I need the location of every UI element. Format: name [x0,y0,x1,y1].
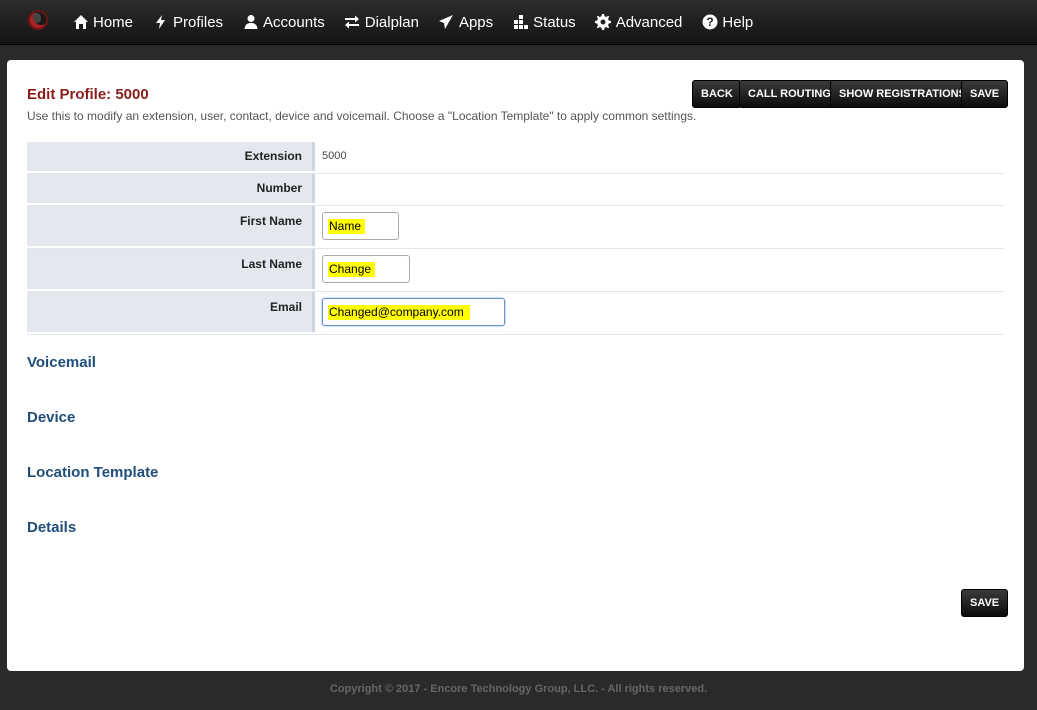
logo-icon[interactable] [28,10,48,30]
back-button[interactable]: BACK [692,80,742,108]
arrows-icon [344,14,361,31]
save-button-bottom[interactable]: SAVE [961,589,1009,617]
gear-icon [595,14,612,31]
top-navbar: Home Profiles Accounts Dialplan Apps Sta… [0,0,1037,45]
section-device[interactable]: Device [27,409,75,426]
nav-home-label: Home [93,13,134,31]
extension-value: 5000 [322,150,347,162]
nav-accounts[interactable]: Accounts [242,14,325,31]
save-button-top[interactable]: SAVE [961,80,1009,108]
nav-advanced-label: Advanced [615,13,683,31]
last-name-input[interactable] [322,255,410,283]
bolt-icon [152,14,169,31]
section-location-template[interactable]: Location Template [27,464,158,481]
number-label: Number [27,174,315,203]
nav-status[interactable]: Status [512,14,576,31]
nav-profiles-label: Profiles [173,13,224,31]
email-row: Email [27,292,1004,335]
nav-dialplan[interactable]: Dialplan [344,14,419,31]
user-icon [242,14,259,31]
footer-copyright: Copyright © 2017 - Encore Technology Gro… [329,683,708,695]
email-cell [315,292,1004,334]
question-icon: ? [701,14,718,31]
nav-help[interactable]: ? Help [701,14,753,31]
nav-profiles[interactable]: Profiles [152,14,223,31]
section-voicemail[interactable]: Voicemail [27,354,96,371]
nav-apps-label: Apps [458,13,494,31]
section-details[interactable]: Details [27,519,76,536]
profile-form: Extension 5000 Number First Name Last Na… [27,142,1004,335]
extension-row: Extension 5000 [27,142,1004,174]
svg-text:?: ? [706,15,713,29]
main-nav: Home Profiles Accounts Dialplan Apps Sta… [72,0,772,44]
last-name-label: Last Name [27,249,315,289]
first-name-label: First Name [27,206,315,246]
page-title: Edit Profile: 5000 [27,86,149,103]
nav-help-label: Help [722,13,754,31]
nav-accounts-label: Accounts [263,13,325,31]
nav-dialplan-label: Dialplan [364,13,419,31]
number-value [315,174,1004,205]
email-input[interactable] [322,298,505,326]
nav-apps[interactable]: Apps [438,14,493,31]
bars-icon [512,14,529,31]
send-icon [438,14,455,31]
first-name-input[interactable] [322,212,399,240]
number-row: Number [27,174,1004,206]
first-name-cell [315,206,1004,248]
call-routing-button[interactable]: CALL ROUTING [739,80,840,108]
show-registrations-button[interactable]: SHOW REGISTRATIONS [830,80,975,108]
last-name-cell [315,249,1004,291]
first-name-row: First Name [27,206,1004,249]
extension-label: Extension [27,142,315,171]
email-label: Email [27,292,315,332]
page-description: Use this to modify an extension, user, c… [27,109,697,123]
home-icon [72,14,89,31]
nav-home[interactable]: Home [72,14,133,31]
nav-status-label: Status [533,13,576,31]
last-name-row: Last Name [27,249,1004,292]
nav-advanced[interactable]: Advanced [595,13,683,31]
main-card: Edit Profile: 5000 Use this to modify an… [7,60,1024,671]
